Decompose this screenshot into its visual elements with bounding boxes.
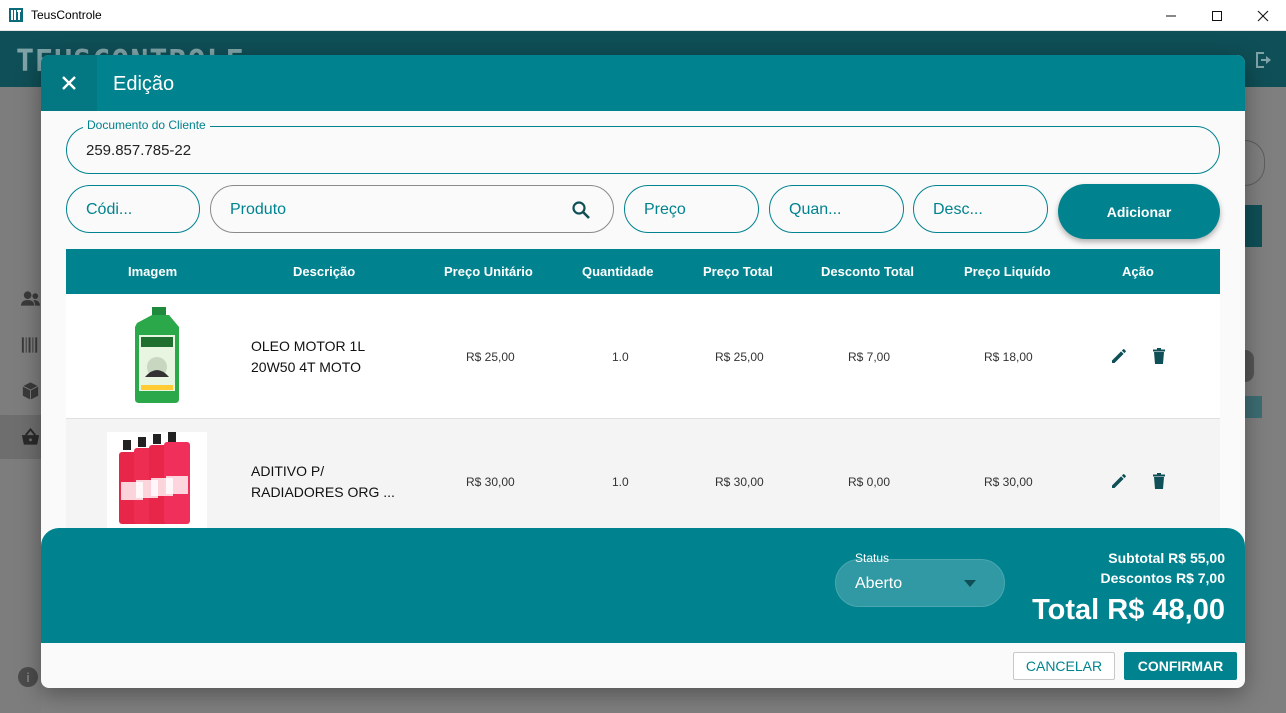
row-description-line: 20W50 4T MOTO: [251, 359, 361, 375]
column-header-acao: Ação: [1122, 264, 1154, 279]
oil-bottle-image: [135, 307, 179, 403]
window-titlebar: TeusControle: [0, 0, 1286, 31]
info-icon[interactable]: i: [18, 667, 38, 687]
totals-block: Subtotal R$ 55,00 Descontos R$ 7,00 Tota…: [1032, 548, 1225, 630]
dialog-header: Edição: [41, 55, 1245, 111]
column-header-quantidade: Quantidade: [582, 264, 654, 279]
basket-icon: [21, 427, 40, 445]
background-chip: [1245, 396, 1262, 418]
sidebar-item-users[interactable]: [0, 277, 41, 321]
preco-input[interactable]: Preço: [624, 185, 759, 233]
edit-dialog: Edição Documento do Cliente 259.857.785-…: [41, 55, 1245, 688]
table-header: Imagem Descrição Preço Unitário Quantida…: [66, 249, 1220, 294]
edit-icon[interactable]: [1109, 346, 1129, 366]
produto-input[interactable]: Produto: [210, 185, 614, 233]
row-description-line: OLEO MOTOR 1L: [251, 338, 366, 354]
edit-icon[interactable]: [1109, 471, 1129, 491]
quantidade-input[interactable]: Quan...: [769, 185, 904, 233]
confirm-button[interactable]: CONFIRMAR: [1124, 652, 1237, 680]
desconto-input[interactable]: Desc...: [913, 185, 1048, 233]
chevron-down-icon: [964, 580, 976, 587]
dialog-close-button[interactable]: [41, 55, 97, 111]
status-label: Status: [855, 551, 890, 565]
row-quantity: 1.0: [612, 475, 629, 489]
radiator-additive-image: [107, 432, 207, 532]
row-net-price: R$ 30,00: [984, 475, 1033, 489]
row-description: ADITIVO P/ RADIADORES ORG ...: [251, 461, 421, 503]
table-row: ADITIVO P/ RADIADORES ORG ... R$ 30,00 1…: [66, 419, 1220, 544]
app-logo-icon: [9, 8, 23, 22]
total-text: Total R$ 48,00: [1032, 594, 1225, 626]
row-description-line: RADIADORES ORG ...: [251, 484, 395, 500]
row-discount: R$ 0,00: [848, 475, 891, 489]
codigo-input[interactable]: Códi...: [66, 185, 200, 233]
column-header-imagem: Imagem: [128, 264, 178, 279]
summary-bar: Status Aberto Subtotal R$ 55,00 Desconto…: [41, 528, 1245, 643]
app-sidebar: [0, 87, 41, 713]
maximize-icon: [1212, 10, 1222, 21]
logout-icon[interactable]: [1254, 50, 1276, 70]
minimize-icon: [1166, 15, 1176, 16]
window-close-button[interactable]: [1240, 0, 1286, 31]
row-total-price: R$ 30,00: [715, 475, 764, 489]
row-description-line: ADITIVO P/: [251, 463, 325, 479]
document-field-value: 259.857.785-22: [86, 142, 192, 159]
dialog-title: Edição: [113, 73, 175, 95]
minimize-button[interactable]: [1148, 0, 1194, 31]
subtotal-text: Subtotal R$ 55,00: [1108, 550, 1225, 566]
sidebar-item-sales[interactable]: [0, 415, 41, 459]
column-header-desconto-total: Desconto Total: [821, 264, 914, 279]
row-unit-price: R$ 25,00: [466, 350, 515, 364]
document-field-label: Documento do Cliente: [83, 118, 210, 132]
close-icon: [1257, 10, 1269, 21]
document-field[interactable]: Documento do Cliente 259.857.785-22: [66, 118, 1220, 174]
quantidade-placeholder: Quan...: [789, 201, 842, 218]
codigo-placeholder: Códi...: [86, 201, 133, 218]
column-header-preco-liquido: Preço Liquído: [964, 264, 1051, 279]
background-button: [1245, 205, 1262, 247]
row-discount: R$ 7,00: [848, 350, 891, 364]
discounts-text: Descontos R$ 7,00: [1100, 570, 1226, 586]
desconto-placeholder: Desc...: [933, 201, 983, 218]
maximize-button[interactable]: [1194, 0, 1240, 31]
row-description: OLEO MOTOR 1L 20W50 4T MOTO: [251, 336, 421, 378]
status-value: Aberto: [855, 575, 903, 592]
users-icon: [20, 291, 41, 306]
delete-icon[interactable]: [1149, 471, 1169, 491]
background-field: [1245, 140, 1265, 186]
row-unit-price: R$ 30,00: [466, 475, 515, 489]
barcode-icon: [21, 337, 38, 353]
cancel-button[interactable]: CANCELAR: [1013, 652, 1115, 680]
delete-icon[interactable]: [1149, 346, 1169, 366]
window-title: TeusControle: [31, 8, 102, 22]
sidebar-item-products[interactable]: [0, 323, 41, 367]
column-header-preco-total: Preço Total: [703, 264, 773, 279]
row-total-price: R$ 25,00: [715, 350, 764, 364]
table-row: OLEO MOTOR 1L 20W50 4T MOTO R$ 25,00 1.0…: [66, 294, 1220, 419]
background-avatar: [1245, 350, 1254, 382]
close-icon: [62, 76, 76, 90]
sidebar-item-stock[interactable]: [0, 369, 41, 413]
preco-placeholder: Preço: [644, 201, 686, 218]
add-item-button[interactable]: Adicionar: [1058, 184, 1220, 239]
produto-placeholder: Produto: [230, 201, 287, 218]
column-header-preco-unitario: Preço Unitário: [444, 264, 533, 279]
column-header-descricao: Descrição: [293, 264, 356, 279]
search-icon[interactable]: [571, 200, 591, 220]
row-net-price: R$ 18,00: [984, 350, 1033, 364]
status-select[interactable]: Status Aberto: [835, 551, 1005, 607]
row-quantity: 1.0: [612, 350, 629, 364]
box-icon: [22, 382, 39, 400]
